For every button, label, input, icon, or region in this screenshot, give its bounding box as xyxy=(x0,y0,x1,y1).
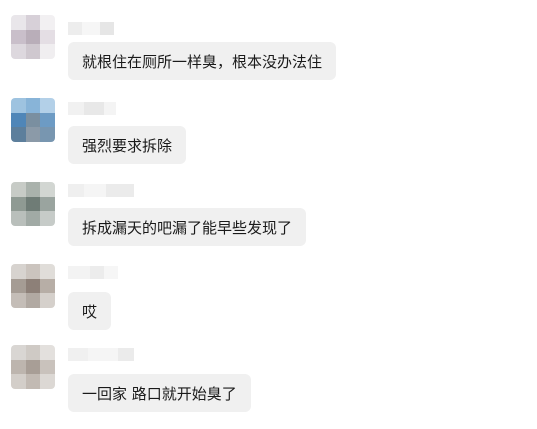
sender-name xyxy=(68,102,116,115)
sender-name xyxy=(68,348,134,361)
avatar[interactable] xyxy=(11,98,55,142)
message-bubble[interactable]: 哎 xyxy=(68,292,112,330)
avatar[interactable] xyxy=(11,345,55,389)
chat-message-list[interactable]: 就根住在厕所一样臭，根本没办法住 强烈要求拆除 拆成漏天的吧漏了能早些发现了 哎… xyxy=(0,0,537,429)
sender-name xyxy=(68,22,114,35)
avatar[interactable] xyxy=(11,15,55,59)
sender-name xyxy=(68,266,118,279)
message-bubble[interactable]: 拆成漏天的吧漏了能早些发现了 xyxy=(68,208,307,246)
avatar[interactable] xyxy=(11,264,55,308)
message-bubble[interactable]: 一回家 路口就开始臭了 xyxy=(68,374,251,412)
sender-name xyxy=(68,184,134,197)
avatar[interactable] xyxy=(11,182,55,226)
message-bubble[interactable]: 就根住在厕所一样臭，根本没办法住 xyxy=(68,42,337,80)
message-bubble[interactable]: 强烈要求拆除 xyxy=(68,126,187,164)
